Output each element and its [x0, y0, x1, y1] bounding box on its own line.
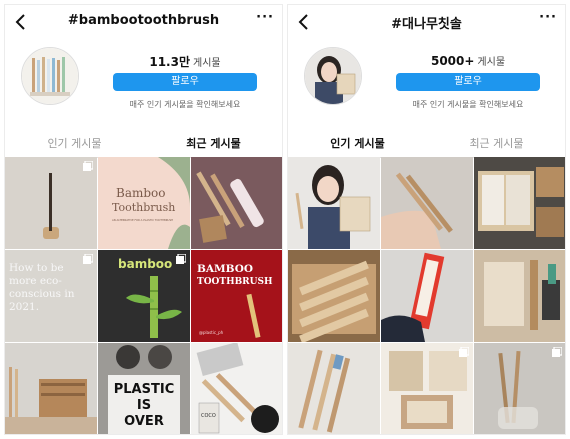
tile-text-eco: How to be more eco-conscious in 2021.	[9, 262, 75, 313]
post-tabs: 인기 게시물 최근 게시물	[5, 127, 282, 158]
header-bar: #bambootoothbrush ···	[5, 5, 282, 39]
tile-text-is: IS	[137, 398, 151, 413]
post-tile[interactable]	[474, 250, 565, 342]
post-tile[interactable]	[288, 157, 380, 249]
follow-button[interactable]: 팔로우	[113, 73, 257, 91]
tile-text-alternative: AN ALTERNATIVE FOR A PLASTIC TOOTHBRUSH	[112, 218, 173, 222]
tile-text-toothbrush: Toothbrush	[112, 201, 175, 214]
hashtag-page-bambootoothbrush: #bambootoothbrush ··· 11.3만 게시물 팔로우 매주 인기…	[4, 4, 283, 435]
post-count: 11.3만 게시물	[149, 55, 221, 69]
header-bar: #대나무칫솔 ···	[288, 5, 565, 39]
hashtag-profile: 11.3만 게시물 팔로우 매주 인기 게시물을 확인해보세요	[5, 39, 282, 127]
post-tile[interactable]: PLASTIC IS OVER	[98, 343, 190, 434]
tab-recent-posts[interactable]: 최근 게시물	[144, 135, 282, 151]
post-tile[interactable]	[288, 250, 380, 342]
tile-text-plastic: PLASTIC	[114, 382, 174, 397]
multiple-posts-icon	[176, 254, 186, 264]
post-tile[interactable]	[381, 157, 473, 249]
post-tile[interactable]	[474, 343, 565, 434]
tile-text-over: OVER	[124, 414, 164, 429]
post-count: 5000+ 게시물	[430, 54, 506, 68]
multiple-posts-icon	[83, 161, 93, 171]
post-tile[interactable]	[191, 157, 282, 249]
page-title: #대나무칫솔	[391, 17, 462, 32]
post-tile[interactable]	[474, 157, 565, 249]
hashtag-page-korean: #대나무칫솔 ··· 5000+ 게시물 팔로우 매주 인기 게시물을 확인해보세…	[287, 4, 566, 435]
more-options-icon[interactable]: ···	[539, 10, 557, 25]
tile-text-bamboo-red: BAMBOO	[197, 263, 253, 275]
post-tile[interactable]: bamboo	[98, 250, 190, 342]
tile-text-bamboo-logo: bamboo	[118, 257, 172, 271]
page-title: #bambootoothbrush	[67, 13, 220, 28]
post-tile[interactable]	[5, 343, 97, 434]
post-tile[interactable]: Bamboo Toothbrush AN ALTERNATIVE FOR A P…	[98, 157, 190, 249]
tile-text-credit: @plastic_ph	[199, 330, 224, 335]
tile-text-toothbrush-red: TOOTHBRUSH	[197, 277, 273, 287]
weekly-note: 매주 인기 게시물을 확인해보세요	[412, 100, 524, 109]
tab-top-posts[interactable]: 인기 게시물	[288, 135, 427, 151]
hashtag-profile: 5000+ 게시물 팔로우 매주 인기 게시물을 확인해보세요	[288, 39, 565, 127]
post-tile[interactable]: COCO	[191, 343, 282, 434]
post-tabs: 인기 게시물 최근 게시물	[288, 127, 565, 158]
post-tile[interactable]	[5, 157, 97, 249]
multiple-posts-icon	[459, 347, 469, 357]
post-tile[interactable]: BAMBOO TOOTHBRUSH @plastic_ph	[191, 250, 282, 342]
tile-text-bamboo: Bamboo	[116, 186, 165, 200]
post-tile[interactable]	[381, 250, 473, 342]
post-tile[interactable]	[381, 343, 473, 434]
tab-recent-posts[interactable]: 최근 게시물	[427, 135, 565, 151]
hashtag-avatar	[304, 47, 362, 105]
more-options-icon[interactable]: ···	[256, 10, 274, 25]
tile-text-coco: COCO	[201, 413, 216, 419]
weekly-note: 매주 인기 게시물을 확인해보세요	[129, 100, 241, 109]
hashtag-avatar	[21, 47, 79, 105]
tab-top-posts[interactable]: 인기 게시물	[5, 135, 144, 151]
post-tile[interactable]: How to be more eco-conscious in 2021.	[5, 250, 97, 342]
multiple-posts-icon	[83, 254, 93, 264]
post-tile[interactable]	[288, 343, 380, 434]
follow-button[interactable]: 팔로우	[396, 73, 540, 91]
multiple-posts-icon	[552, 347, 562, 357]
